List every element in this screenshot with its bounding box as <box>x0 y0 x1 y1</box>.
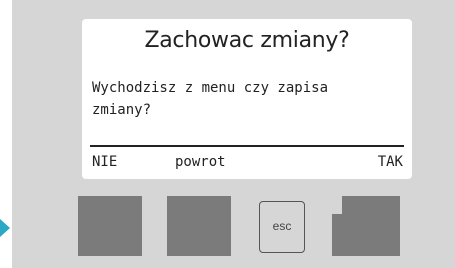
controller-panel: Zachowac zmiany? Wychodzisz z menu czy z… <box>12 0 455 268</box>
dialog-message-line-2: zmiany? <box>92 102 152 118</box>
softkey-divider <box>90 145 404 147</box>
dialog-message: Wychodzisz z menu czy zapisa zmiany? <box>92 77 392 121</box>
esc-button-label: esc <box>272 219 292 233</box>
no-button[interactable] <box>78 196 142 256</box>
back-button[interactable] <box>167 196 231 256</box>
esc-button[interactable]: esc <box>259 201 305 253</box>
side-pointer-marker <box>0 219 10 237</box>
softkey-back-label: powrot <box>175 154 226 170</box>
dialog-title: Zachowac zmiany? <box>144 28 350 53</box>
display-screen: Zachowac zmiany? Wychodzisz z menu czy z… <box>82 19 412 179</box>
dialog-message-line-1: Wychodzisz z menu czy zapisa <box>92 80 329 96</box>
softkey-no-label: NIE <box>92 154 118 170</box>
yes-button[interactable] <box>332 196 400 256</box>
softkey-yes-label: TAK <box>377 154 403 170</box>
